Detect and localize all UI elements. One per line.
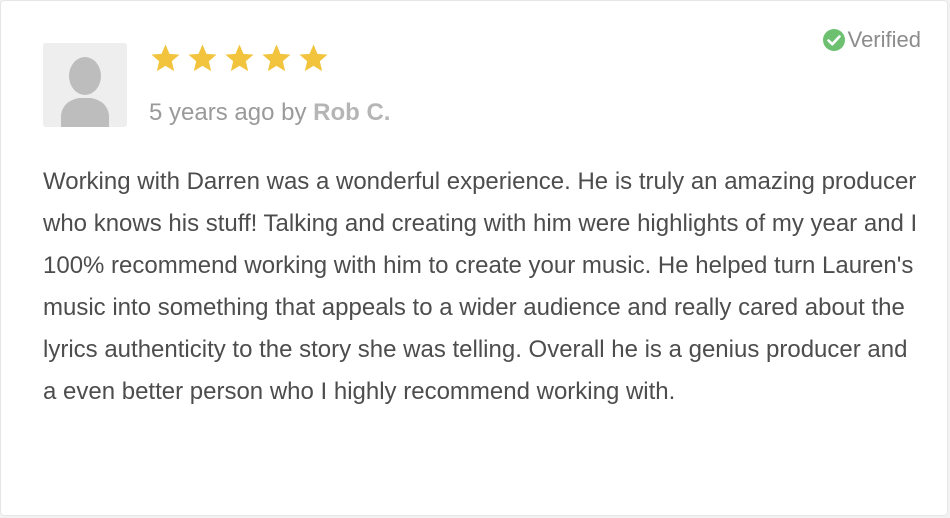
user-silhouette-icon <box>43 43 127 127</box>
star-rating <box>149 42 330 75</box>
review-time: 5 years ago <box>149 99 275 126</box>
star-icon <box>149 42 182 75</box>
by-label: by <box>281 99 307 126</box>
star-icon <box>297 42 330 75</box>
review-author: Rob C. <box>313 99 391 126</box>
review-meta: 5 years ago by Rob C. <box>149 97 390 129</box>
verified-label: Verified <box>847 27 921 52</box>
review-text: Working with Darren was a wonderful expe… <box>43 168 918 405</box>
star-icon <box>260 42 293 75</box>
review-card: Verified 5 years ago by Rob C. Working w… <box>0 0 948 516</box>
star-icon <box>186 42 219 75</box>
star-icon <box>223 42 256 75</box>
avatar <box>43 43 127 127</box>
verified-badge: Verified <box>822 27 921 53</box>
check-circle-icon <box>822 29 845 51</box>
